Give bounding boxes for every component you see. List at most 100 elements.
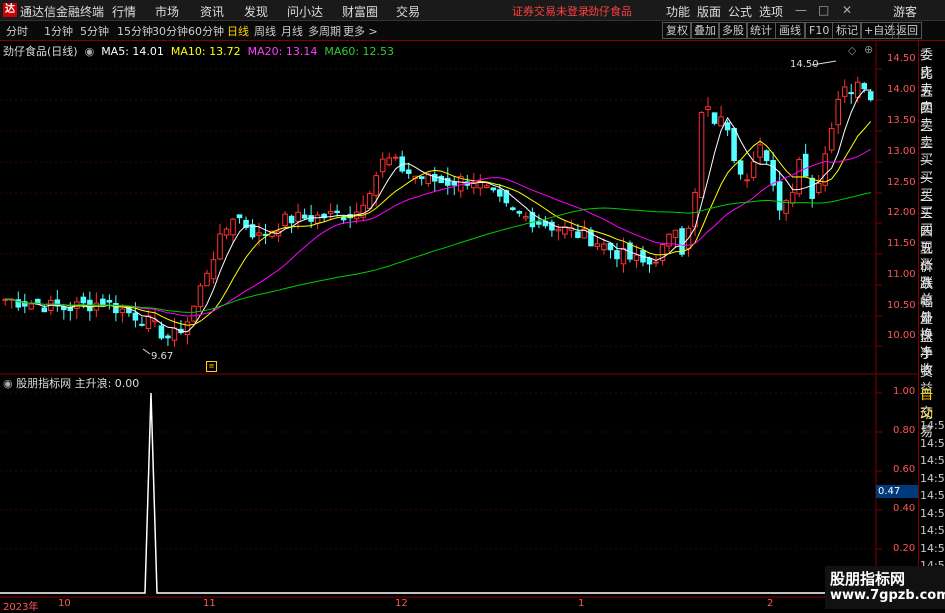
period-more[interactable]: 更多 > (343, 23, 378, 39)
low-price-marker: 9.67 (151, 351, 174, 362)
ma5-line (5, 89, 871, 333)
candle-body (620, 247, 627, 265)
period-fenshi[interactable]: 分时 (6, 23, 28, 39)
period-5min[interactable]: 5分钟 (80, 23, 109, 39)
low-marker-arrow (142, 348, 151, 355)
huaxian-button[interactable]: 画线 (775, 22, 805, 39)
candle-body (392, 156, 399, 159)
candle-body (405, 169, 412, 174)
date-label: 2023年 (3, 602, 39, 613)
candle-body (119, 308, 126, 314)
candle-body (171, 327, 178, 341)
period-30min[interactable]: 30分钟 (152, 23, 188, 39)
f10-button[interactable]: F10 (805, 22, 834, 39)
candle-body (737, 160, 744, 175)
side-panel-item: 14:56 (920, 506, 945, 520)
y-tick: 13.50 (887, 115, 916, 126)
candle-body (471, 183, 477, 189)
candle-body (41, 307, 48, 313)
back-button[interactable]: 返回 (892, 22, 922, 39)
candle-body (523, 216, 529, 219)
menu-jiaoyi[interactable]: 交易 (396, 3, 420, 20)
menu-caifuquan[interactable]: 财富圈 (342, 3, 378, 20)
diamond-icon[interactable]: ◇ (848, 44, 856, 57)
candle-body (828, 128, 835, 151)
period-monthly[interactable]: 月线 (281, 23, 303, 39)
guest-label[interactable]: 游客 (893, 3, 917, 20)
candle-body (770, 160, 776, 186)
indicator-title: 股朋指标网 主升浪: 0.00 (16, 377, 140, 390)
candle-body (835, 98, 841, 126)
candle-body (614, 250, 620, 260)
period-60min[interactable]: 60分钟 (188, 23, 224, 39)
biaoji-button[interactable]: 标记 (832, 22, 862, 39)
candle-body (490, 187, 497, 191)
menu-wenxiaoda[interactable]: 问小达 (287, 3, 323, 20)
duogu-button[interactable]: 多股 (718, 22, 748, 39)
settings-icon[interactable]: ◉ (81, 45, 98, 58)
candle-body (633, 254, 640, 261)
candle-body (301, 214, 308, 219)
y-tick: 14.50 (887, 53, 916, 64)
candle-body (724, 122, 731, 131)
candle-body (217, 233, 223, 260)
period-daily[interactable]: 日线 (227, 23, 249, 39)
menu-shichang[interactable]: 市场 (155, 3, 179, 20)
candle-body (139, 323, 145, 326)
candle-body (210, 259, 217, 280)
date-label: 10 (58, 598, 71, 609)
y-tick: 11.00 (887, 269, 916, 280)
candle-body (698, 112, 705, 199)
y-tick: 12.50 (887, 177, 916, 188)
candle-body (132, 312, 139, 321)
indicator-header: ◉ 股朋指标网 主升浪: 0.00 (3, 375, 139, 391)
menu-gongshi[interactable]: 公式 (728, 3, 752, 20)
candle-body (230, 218, 236, 236)
period-15min[interactable]: 15分钟 (117, 23, 153, 39)
login-status[interactable]: 证券交易未登录 (512, 3, 589, 19)
ma60-line (5, 192, 871, 313)
watermark-line1: 股朋指标网 (830, 570, 906, 588)
menu-gongneng[interactable]: 功能 (666, 3, 690, 20)
candle-body (815, 182, 822, 193)
candle-body (861, 83, 868, 90)
period-multi[interactable]: 多周期 (308, 23, 341, 39)
candle-body (601, 243, 607, 251)
info-flag-icon[interactable]: ≡ (206, 361, 217, 372)
maximize-button[interactable]: □ (818, 3, 829, 17)
candle-body (288, 215, 295, 224)
current-stock-name: 劲仔食品 (588, 5, 632, 18)
indicator-y-tick: 1.00 (893, 386, 916, 397)
candle-body (145, 315, 152, 329)
diejia-button[interactable]: 叠加 (690, 22, 720, 39)
menu-faxian[interactable]: 发现 (244, 3, 268, 20)
menu-banmian[interactable]: 版面 (697, 3, 721, 20)
candle-body (373, 175, 379, 196)
kline-chart[interactable] (0, 41, 918, 609)
candle-body (718, 116, 724, 127)
candle-body (236, 214, 243, 219)
candle-body (646, 257, 653, 265)
candle-body (223, 228, 230, 236)
y-tick: 11.50 (887, 238, 916, 249)
candle-body (158, 325, 165, 339)
tongji-button[interactable]: 统计 (746, 22, 776, 39)
period-weekly[interactable]: 周线 (254, 23, 276, 39)
menu-xuanxiang[interactable]: 选项 (759, 3, 783, 20)
period-1min[interactable]: 1分钟 (44, 23, 73, 39)
minimize-button[interactable]: — (795, 3, 807, 17)
side-panel-item: 14:56 (920, 419, 945, 432)
menu-hangqing[interactable]: 行情 (112, 3, 136, 20)
zoom-icon[interactable]: ⊕ (864, 43, 873, 56)
side-panel-item: 14:56 (920, 541, 945, 555)
candle-body (653, 261, 659, 264)
candle-body (763, 150, 770, 162)
ma20-label: MA20: 13.14 (247, 45, 318, 58)
fuquan-button[interactable]: 复权 (662, 22, 692, 39)
main-chart-header: 劲仔食品(日线) ◉ MA5: 14.01 MA10: 13.72 MA20: … (3, 43, 394, 59)
close-button[interactable]: ✕ (842, 3, 852, 17)
menu-zixun[interactable]: 资讯 (200, 3, 224, 20)
candle-body (484, 185, 490, 189)
candle-body (366, 193, 373, 209)
indicator-settings-icon[interactable]: ◉ (3, 377, 16, 390)
